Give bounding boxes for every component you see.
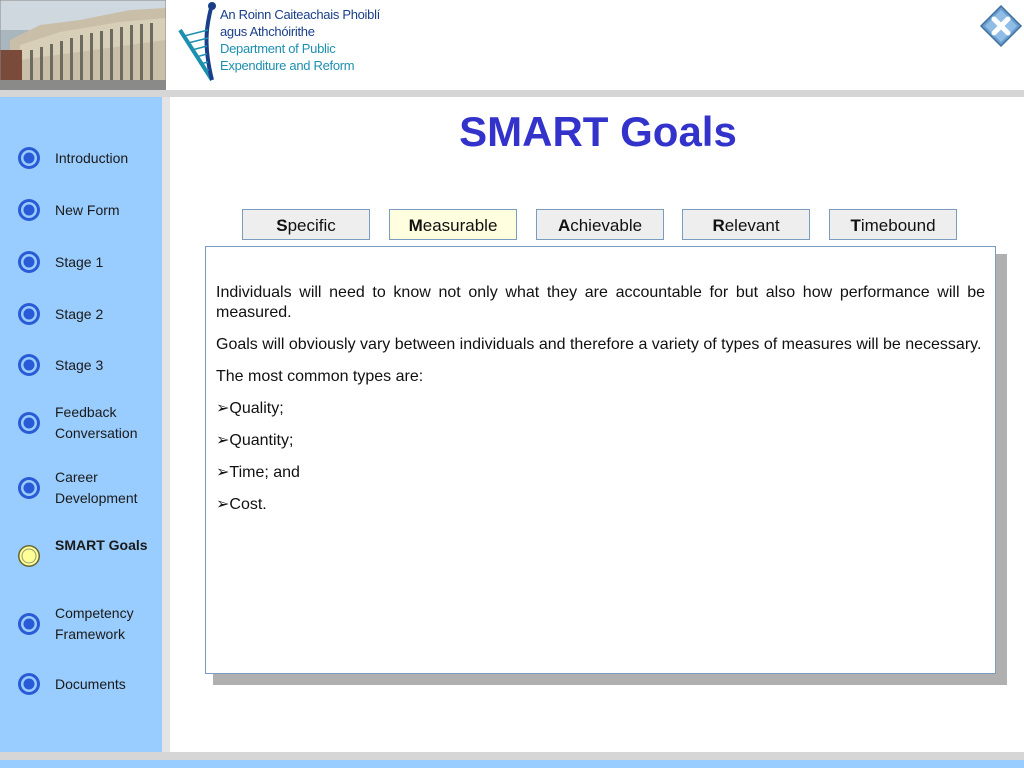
bullet-item: ➢Time; and — [216, 463, 985, 483]
header-divider — [166, 0, 170, 92]
arrow-bullet-icon: ➢ — [216, 400, 230, 417]
tab-specific[interactable]: Specific — [242, 209, 370, 240]
sidebar-item-label: Stage 1 — [55, 254, 104, 270]
sidebar-item-label: Stage 3 — [55, 357, 104, 373]
sidebar-item-stage-2[interactable]: Stage 2 — [0, 301, 162, 327]
bullet-text: Quantity; — [229, 432, 294, 449]
sidebar-item-career-development[interactable]: Career Development — [0, 467, 162, 511]
sidebar-item-documents[interactable]: Documents — [0, 671, 162, 697]
nav-circle-icon — [18, 251, 40, 273]
tab-label: easurable — [422, 216, 498, 235]
close-button[interactable] — [979, 4, 1023, 48]
close-x-icon — [979, 4, 1023, 48]
sidebar-item-label: Stage 2 — [55, 306, 104, 322]
bullet-text: Quality; — [229, 400, 284, 417]
tab-label: elevant — [724, 216, 780, 235]
bullet-item: ➢Cost. — [216, 495, 985, 515]
tab-initial: A — [557, 216, 571, 235]
nav-circle-icon — [18, 545, 40, 567]
nav-circle-icon — [18, 613, 40, 635]
nav-circle-icon — [18, 477, 40, 499]
sidebar-item-label: Competency Framework — [55, 605, 134, 642]
building-photo — [0, 0, 166, 92]
department-name: An Roinn Caiteachais Phoiblí agus Athchó… — [220, 6, 380, 74]
sidebar-item-label: Introduction — [55, 150, 129, 166]
sidebar-item-stage-1[interactable]: Stage 1 — [0, 249, 162, 275]
sidebar-item-label: SMART Goals — [55, 537, 148, 553]
sidebar-item-label: Career Development — [55, 469, 138, 506]
content-paragraph: Goals will obviously vary between indivi… — [216, 336, 982, 353]
nav-circle-icon — [18, 673, 40, 695]
tab-relevant[interactable]: Relevant — [682, 209, 810, 240]
tab-label: pecific — [287, 216, 336, 235]
content-paragraph: Individuals will need to know not only w… — [216, 284, 985, 321]
logo-line-irish-2: agus Athchóirithe — [220, 24, 315, 39]
sidebar-item-new-form[interactable]: New Form — [0, 197, 162, 223]
tab-initial: S — [276, 216, 288, 235]
sidebar-item-stage-3[interactable]: Stage 3 — [0, 352, 162, 378]
bullet-item: ➢Quantity; — [216, 431, 985, 451]
content-panel: Individuals will need to know not only w… — [205, 246, 996, 674]
sidebar-edge — [162, 97, 170, 752]
sidebar-item-competency-framework[interactable]: Competency Framework — [0, 603, 162, 647]
arrow-bullet-icon: ➢ — [216, 432, 230, 449]
tab-initial: T — [850, 216, 861, 235]
logo-line-english-1: Department of Public — [220, 41, 336, 56]
sidebar-item-label: Documents — [55, 676, 126, 692]
tab-achievable[interactable]: Achievable — [536, 209, 664, 240]
arrow-bullet-icon: ➢ — [216, 464, 230, 481]
arrow-bullet-icon: ➢ — [216, 496, 230, 513]
bullet-text: Time; and — [229, 464, 300, 481]
nav-circle-icon — [18, 354, 40, 376]
page-title: SMART Goals — [459, 108, 737, 155]
nav-circle-icon — [18, 147, 40, 169]
sidebar-item-smart-goals[interactable]: SMART Goals — [0, 535, 162, 579]
sidebar-item-label: New Form — [55, 202, 120, 218]
sidebar-item-label: Feedback Conversation — [55, 404, 138, 441]
nav-circle-icon — [18, 412, 40, 434]
logo-line-english-2: Expenditure and Reform — [220, 58, 355, 73]
logo-line-irish-1: An Roinn Caiteachais Phoiblí — [220, 7, 380, 22]
nav-circle-icon — [18, 199, 40, 221]
sidebar-item-introduction[interactable]: Introduction — [0, 145, 162, 171]
tab-measurable[interactable]: Measurable — [389, 209, 517, 240]
bullet-item: ➢Quality; — [216, 399, 985, 419]
content-paragraph: The most common types are: — [216, 368, 424, 385]
nav-circle-icon — [18, 303, 40, 325]
sidebar-item-feedback-conversation[interactable]: Feedback Conversation — [0, 402, 162, 446]
tab-label: imebound — [860, 216, 936, 235]
bullet-text: Cost. — [229, 496, 267, 513]
tab-label: chievable — [570, 216, 643, 235]
header-bottom-bar — [0, 90, 1024, 97]
tab-initial: M — [408, 216, 423, 235]
tab-initial: R — [712, 216, 725, 235]
tab-timebound[interactable]: Timebound — [829, 209, 957, 240]
footer-bar-accent — [0, 760, 1024, 768]
header: An Roinn Caiteachais Phoiblí agus Athchó… — [0, 0, 1024, 92]
